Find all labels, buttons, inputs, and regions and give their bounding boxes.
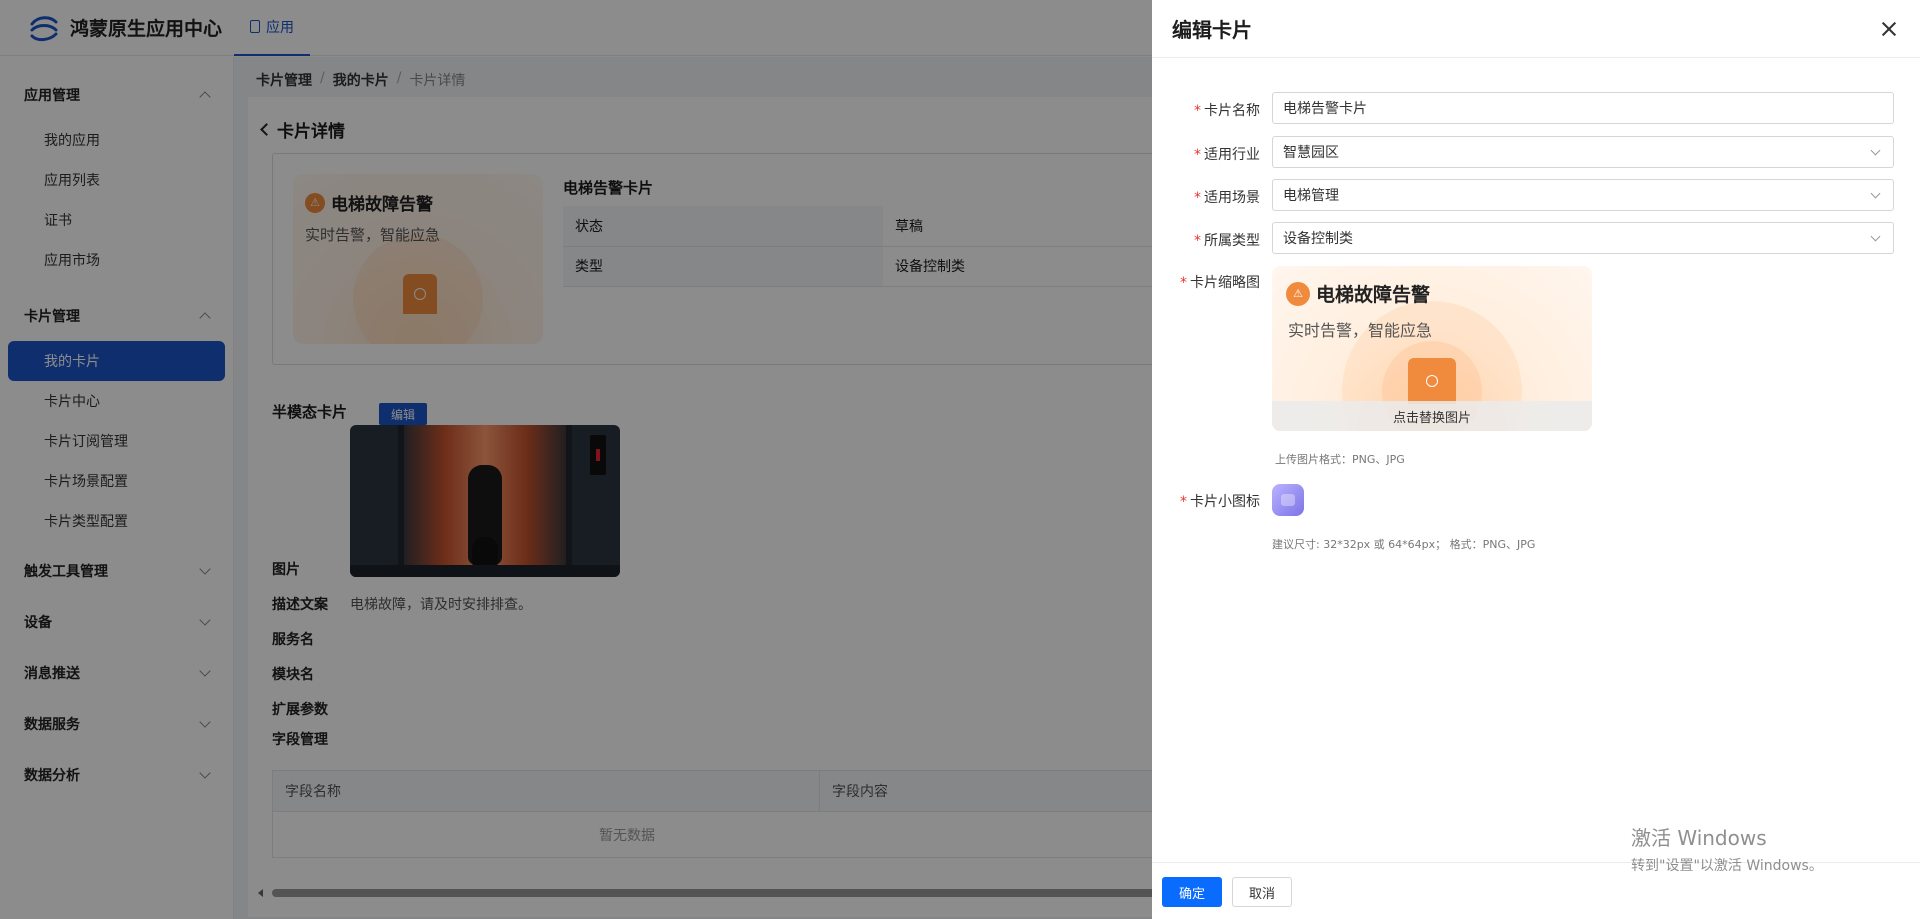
required-mark: * [1180,494,1187,510]
required-mark: * [1180,275,1187,291]
chevron-down-icon [1870,231,1881,242]
industry-label: 适用行业 [1204,147,1260,163]
thumbnail-hint: 上传图片格式：PNG、JPG [1275,453,1405,466]
form-row-scene: * 适用场景 电梯管理 [1152,179,1920,213]
windows-activation-watermark: 激活 Windows 转到"设置"以激活 Windows。 [1631,822,1823,875]
thumbnail-upload[interactable]: ⚠ 电梯故障告警 实时告警，智能应急 点击替换图片 [1272,266,1592,431]
industry-value: 智慧园区 [1283,145,1339,161]
chevron-down-icon [1870,188,1881,199]
confirm-button[interactable]: 确定 [1162,877,1222,907]
form-row-card-name: * 卡片名称 电梯告警卡片 [1152,92,1920,126]
icon-label: 卡片小图标 [1190,494,1260,510]
cancel-button[interactable]: 取消 [1232,877,1292,907]
thumbnail-preview-subtitle: 实时告警，智能应急 [1288,321,1433,340]
watermark-line1: 激活 Windows [1631,826,1767,850]
field-label: * 卡片名称 [1152,100,1260,120]
scene-label: 适用场景 [1204,190,1260,206]
thumbnail-preview-title: 电梯故障告警 [1316,284,1431,306]
close-icon[interactable] [1878,18,1900,40]
card-name-input[interactable]: 电梯告警卡片 [1272,92,1894,124]
field-label: * 适用场景 [1152,187,1260,207]
icon-hint: 建议尺寸: 32*32px 或 64*64px； 格式：PNG、JPG [1272,538,1536,551]
chevron-down-icon [1870,145,1881,156]
drawer-title: 编辑卡片 [1172,18,1252,42]
scene-value: 电梯管理 [1283,188,1339,204]
required-mark: * [1194,190,1201,206]
type-select[interactable]: 设备控制类 [1272,222,1894,254]
scene-select[interactable]: 电梯管理 [1272,179,1894,211]
required-mark: * [1194,147,1201,163]
field-label: * 所属类型 [1152,230,1260,250]
edit-card-drawer: 编辑卡片 * 卡片名称 电梯告警卡片 * 适用行业 智慧园区 * 适用场景 电梯管理 … [1152,0,1920,919]
required-mark: * [1194,103,1201,119]
form-row-industry: * 适用行业 智慧园区 [1152,136,1920,170]
type-value: 设备控制类 [1283,231,1353,247]
thumbnail-label: 卡片缩略图 [1190,275,1260,291]
elevator-door-icon [1408,358,1456,404]
watermark-line2: 转到"设置"以激活 Windows。 [1631,858,1823,874]
drawer-header: 编辑卡片 [1152,0,1920,58]
form-row-type: * 所属类型 设备控制类 [1152,222,1920,256]
type-label: 所属类型 [1204,233,1260,249]
card-icon-upload[interactable] [1272,484,1304,516]
alarm-icon: ⚠ [1286,281,1310,306]
required-mark: * [1194,233,1201,249]
field-label: * 卡片缩略图 [1152,272,1260,292]
card-name-label: 卡片名称 [1204,103,1260,119]
field-label: * 卡片小图标 [1152,491,1260,511]
field-label: * 适用行业 [1152,144,1260,164]
replace-image-button[interactable]: 点击替换图片 [1272,401,1592,431]
industry-select[interactable]: 智慧园区 [1272,136,1894,168]
